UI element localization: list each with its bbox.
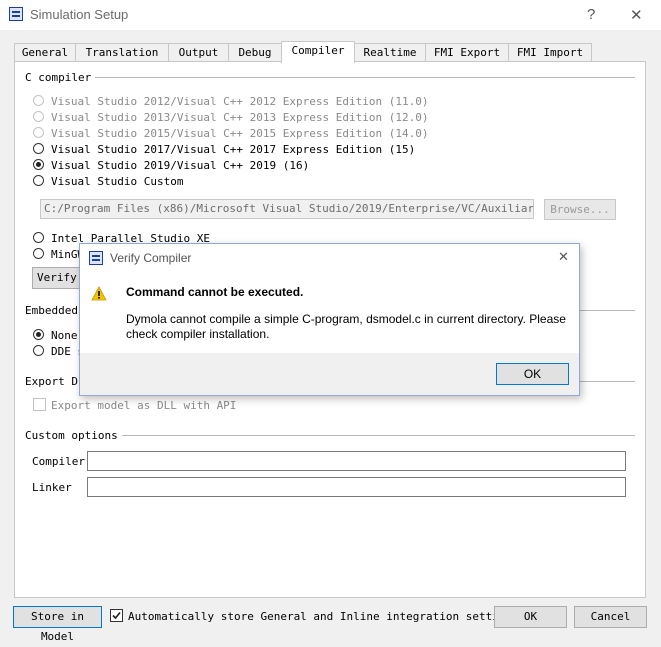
tab-fmi-import[interactable]: FMI Import — [508, 43, 592, 62]
auto-store-label: Automatically store General and Inline i… — [128, 610, 519, 623]
tab-realtime[interactable]: Realtime — [354, 43, 426, 62]
group-separator — [114, 435, 635, 436]
compiler-options-input[interactable] — [87, 451, 626, 471]
label-export-dll: Export model as DLL with API — [51, 399, 237, 412]
linker-options-label: Linker — [32, 481, 72, 494]
label-vs2012: Visual Studio 2012/Visual C++ 2012 Expre… — [51, 95, 429, 108]
label-vs-custom: Visual Studio Custom — [51, 175, 184, 188]
compiler-path-input[interactable]: C:/Program Files (x86)/Microsoft Visual … — [40, 199, 534, 219]
warning-icon — [91, 286, 107, 301]
cancel-button[interactable]: Cancel — [574, 606, 647, 628]
c-compiler-group-title: C compiler — [25, 71, 96, 84]
dialog-heading: Command cannot be executed. — [126, 285, 304, 299]
export-dll-checkbox[interactable] — [33, 398, 46, 411]
tab-debug[interactable]: Debug — [228, 43, 282, 62]
help-button[interactable]: ? — [587, 6, 595, 23]
radio-vs-custom[interactable] — [33, 175, 44, 186]
tab-compiler[interactable]: Compiler — [281, 41, 355, 63]
check-icon — [112, 611, 121, 620]
label-vs2019: Visual Studio 2019/Visual C++ 2019 (16) — [51, 159, 310, 172]
store-in-model-button[interactable]: Store in Model — [13, 606, 102, 643]
verify-compiler-dialog: Verify Compiler ✕ Command cannot be exec… — [79, 243, 580, 396]
window-title: Simulation Setup — [30, 7, 129, 22]
radio-vs2017[interactable] — [33, 143, 44, 154]
app-icon — [9, 7, 23, 21]
radio-dde-server[interactable] — [33, 345, 44, 356]
dialog-close-button[interactable]: ✕ — [558, 249, 569, 265]
radio-vs2015[interactable] — [33, 127, 44, 138]
custom-options-group-title: Custom options — [25, 429, 122, 442]
ok-button[interactable]: OK — [494, 606, 567, 628]
close-button[interactable]: ✕ — [630, 6, 643, 24]
group-separator — [88, 77, 635, 78]
tab-general[interactable]: General — [14, 43, 76, 62]
label-vs2013: Visual Studio 2013/Visual C++ 2013 Expre… — [51, 111, 429, 124]
radio-mingw[interactable] — [33, 248, 44, 259]
auto-store-checkbox[interactable] — [110, 609, 123, 622]
label-vs2017: Visual Studio 2017/Visual C++ 2017 Expre… — [51, 143, 416, 156]
radio-vs2019[interactable] — [33, 159, 44, 170]
tab-fmi-export[interactable]: FMI Export — [425, 43, 509, 62]
radio-intel[interactable] — [33, 232, 44, 243]
compiler-options-label: Compiler — [32, 455, 85, 468]
tab-translation[interactable]: Translation — [75, 43, 169, 62]
dialog-message: Dymola cannot compile a simple C-program… — [126, 312, 566, 341]
label-vs2015: Visual Studio 2015/Visual C++ 2015 Expre… — [51, 127, 429, 140]
linker-options-input[interactable] — [87, 477, 626, 497]
dialog-app-icon — [89, 251, 103, 265]
radio-vs2012[interactable] — [33, 95, 44, 106]
label-embedded-none: None — [51, 329, 78, 342]
browse-button[interactable]: Browse... — [544, 199, 616, 220]
dialog-footer: OK — [80, 353, 579, 395]
dialog-ok-button[interactable]: OK — [496, 363, 569, 385]
dialog-title: Verify Compiler — [110, 251, 192, 265]
tab-output[interactable]: Output — [168, 43, 229, 62]
radio-vs2013[interactable] — [33, 111, 44, 122]
radio-embedded-none[interactable] — [33, 329, 44, 340]
